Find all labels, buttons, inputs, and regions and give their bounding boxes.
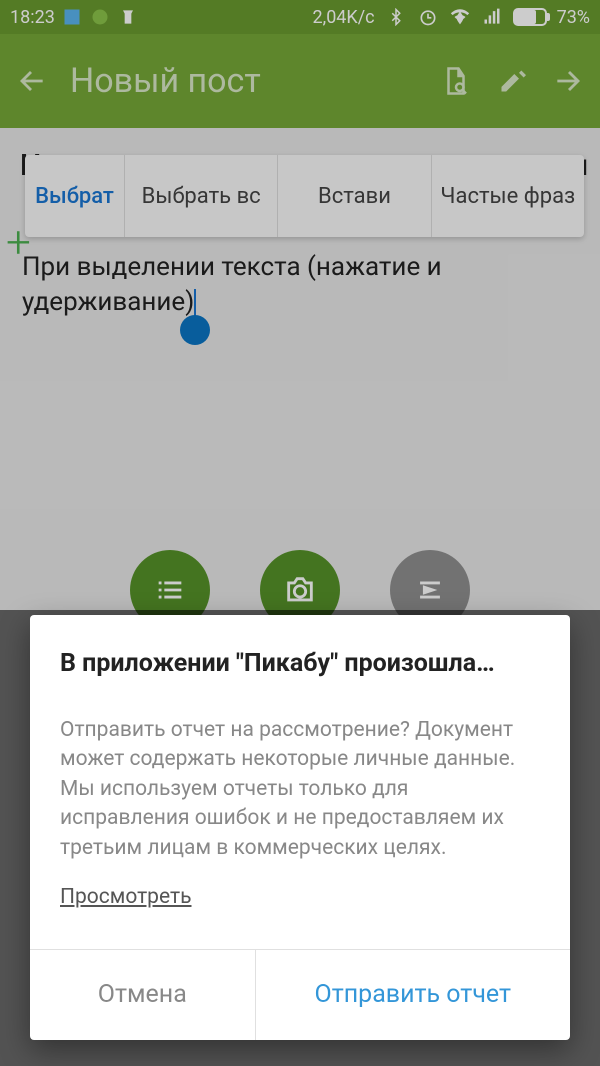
dialog-actions: Отмена Отправить отчет xyxy=(30,949,570,1040)
dialog-title: В приложении "Пикабу" произошла… xyxy=(60,649,540,678)
dialog-body: Отправить отчет на рассмотрение? Докумен… xyxy=(60,716,540,863)
cancel-button[interactable]: Отмена xyxy=(30,950,256,1040)
dialog-view-link[interactable]: Просмотреть xyxy=(60,885,192,909)
send-report-button[interactable]: Отправить отчет xyxy=(256,950,570,1040)
crash-dialog: В приложении "Пикабу" произошла… Отправи… xyxy=(30,615,570,1040)
